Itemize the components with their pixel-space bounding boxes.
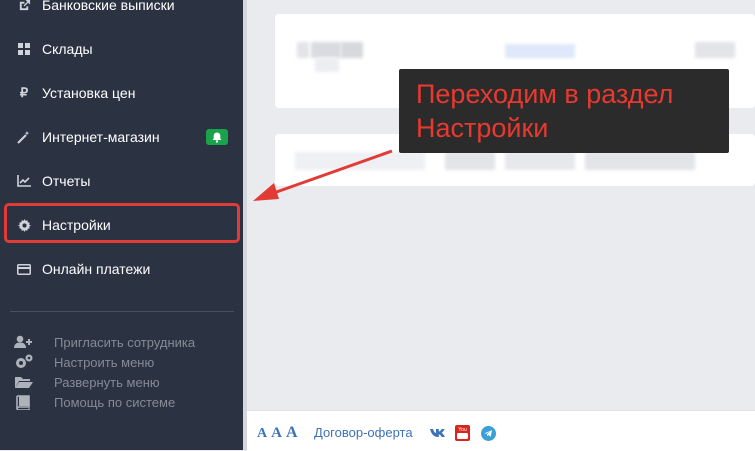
font-size-small-button[interactable]: A <box>257 426 267 442</box>
vk-icon[interactable] <box>429 425 445 441</box>
font-size-large-button[interactable]: A <box>286 424 298 442</box>
telegram-icon[interactable] <box>480 425 496 441</box>
offer-agreement-link[interactable]: Договор-оферта <box>314 425 413 440</box>
callout-line-2: Настройки <box>416 113 549 143</box>
footer: A A A Договор-оферта You <box>247 410 755 451</box>
svg-text:You: You <box>458 427 467 433</box>
annotation-arrow <box>253 149 393 201</box>
youtube-icon[interactable]: You <box>454 425 470 441</box>
tutorial-callout: Переходим в раздел Настройки <box>399 69 729 153</box>
font-size-medium-button[interactable]: A <box>271 425 282 442</box>
callout-line-1: Переходим в раздел <box>416 79 674 109</box>
font-size-controls: A A A <box>257 424 298 442</box>
